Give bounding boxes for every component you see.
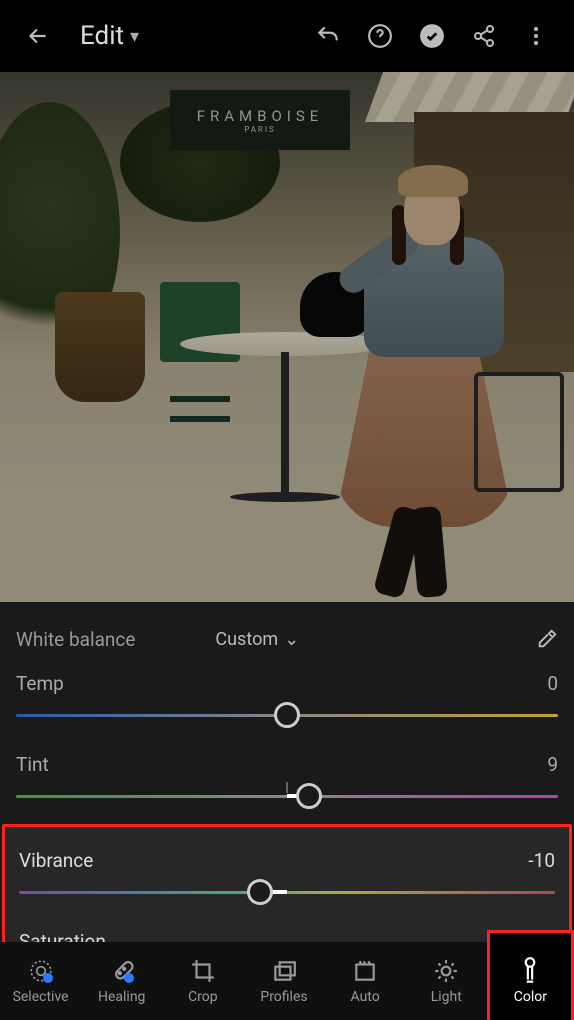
vibrance-slider[interactable] [19,882,555,902]
temp-slider[interactable] [16,705,558,725]
share-icon [472,24,496,48]
tool-light[interactable]: Light [406,942,487,1020]
tint-slider-row: Tint 9 [16,743,558,824]
undo-icon [315,23,341,49]
tool-label: Profiles [260,989,307,1005]
crop-icon [190,958,216,984]
white-balance-mode-value: Custom [215,629,278,650]
tool-selective[interactable]: Selective [0,942,81,1020]
top-toolbar: Edit ▾ [0,0,574,72]
eyedropper-icon [536,628,558,650]
page-title: Edit [80,21,124,51]
help-button[interactable] [358,14,402,58]
white-balance-row: White balance Custom ⌄ [16,616,558,662]
check-circle-icon [419,23,445,49]
bottom-toolbar: Selective Healing Crop Profiles Auto Lig… [0,942,574,1020]
more-vertical-icon [524,24,548,48]
eyedropper-button[interactable] [536,628,558,650]
share-button[interactable] [462,14,506,58]
temp-slider-row: Temp 0 [16,662,558,743]
tool-label: Color [514,989,547,1005]
arrow-left-icon [25,23,51,49]
more-button[interactable] [514,14,558,58]
tool-color[interactable]: Color [487,930,574,1020]
back-button[interactable] [16,14,60,58]
tool-profiles[interactable]: Profiles [243,942,324,1020]
undo-button[interactable] [306,14,350,58]
tool-label: Healing [98,989,145,1005]
image-preview[interactable]: FRAMBOISE PARIS [0,72,574,602]
temp-label: Temp [16,672,64,695]
tool-label: Auto [351,989,380,1005]
vibrance-slider-row: Vibrance -10 [19,839,555,920]
edit-mode-dropdown[interactable]: Edit ▾ [80,21,139,51]
chevron-down-icon: ▾ [130,26,139,47]
tint-slider[interactable] [16,786,558,806]
vibrance-value: -10 [528,849,555,872]
white-balance-label: White balance [16,628,135,651]
help-icon [367,23,393,49]
tint-label: Tint [16,753,49,776]
auto-icon [352,958,378,984]
tool-label: Selective [13,989,69,1005]
tool-healing[interactable]: Healing [81,942,162,1020]
profiles-icon [271,958,297,984]
temp-value: 0 [547,672,558,695]
accept-button[interactable] [410,14,454,58]
vibrance-label: Vibrance [19,849,93,872]
light-icon [433,958,459,984]
chevron-down-icon: ⌄ [284,629,299,650]
tool-crop[interactable]: Crop [162,942,243,1020]
tool-auto[interactable]: Auto [325,942,406,1020]
tint-value: 9 [547,753,558,776]
tool-label: Crop [188,989,218,1005]
white-balance-mode-dropdown[interactable]: Custom ⌄ [215,629,299,650]
color-icon [517,956,543,986]
tool-label: Light [431,989,462,1005]
